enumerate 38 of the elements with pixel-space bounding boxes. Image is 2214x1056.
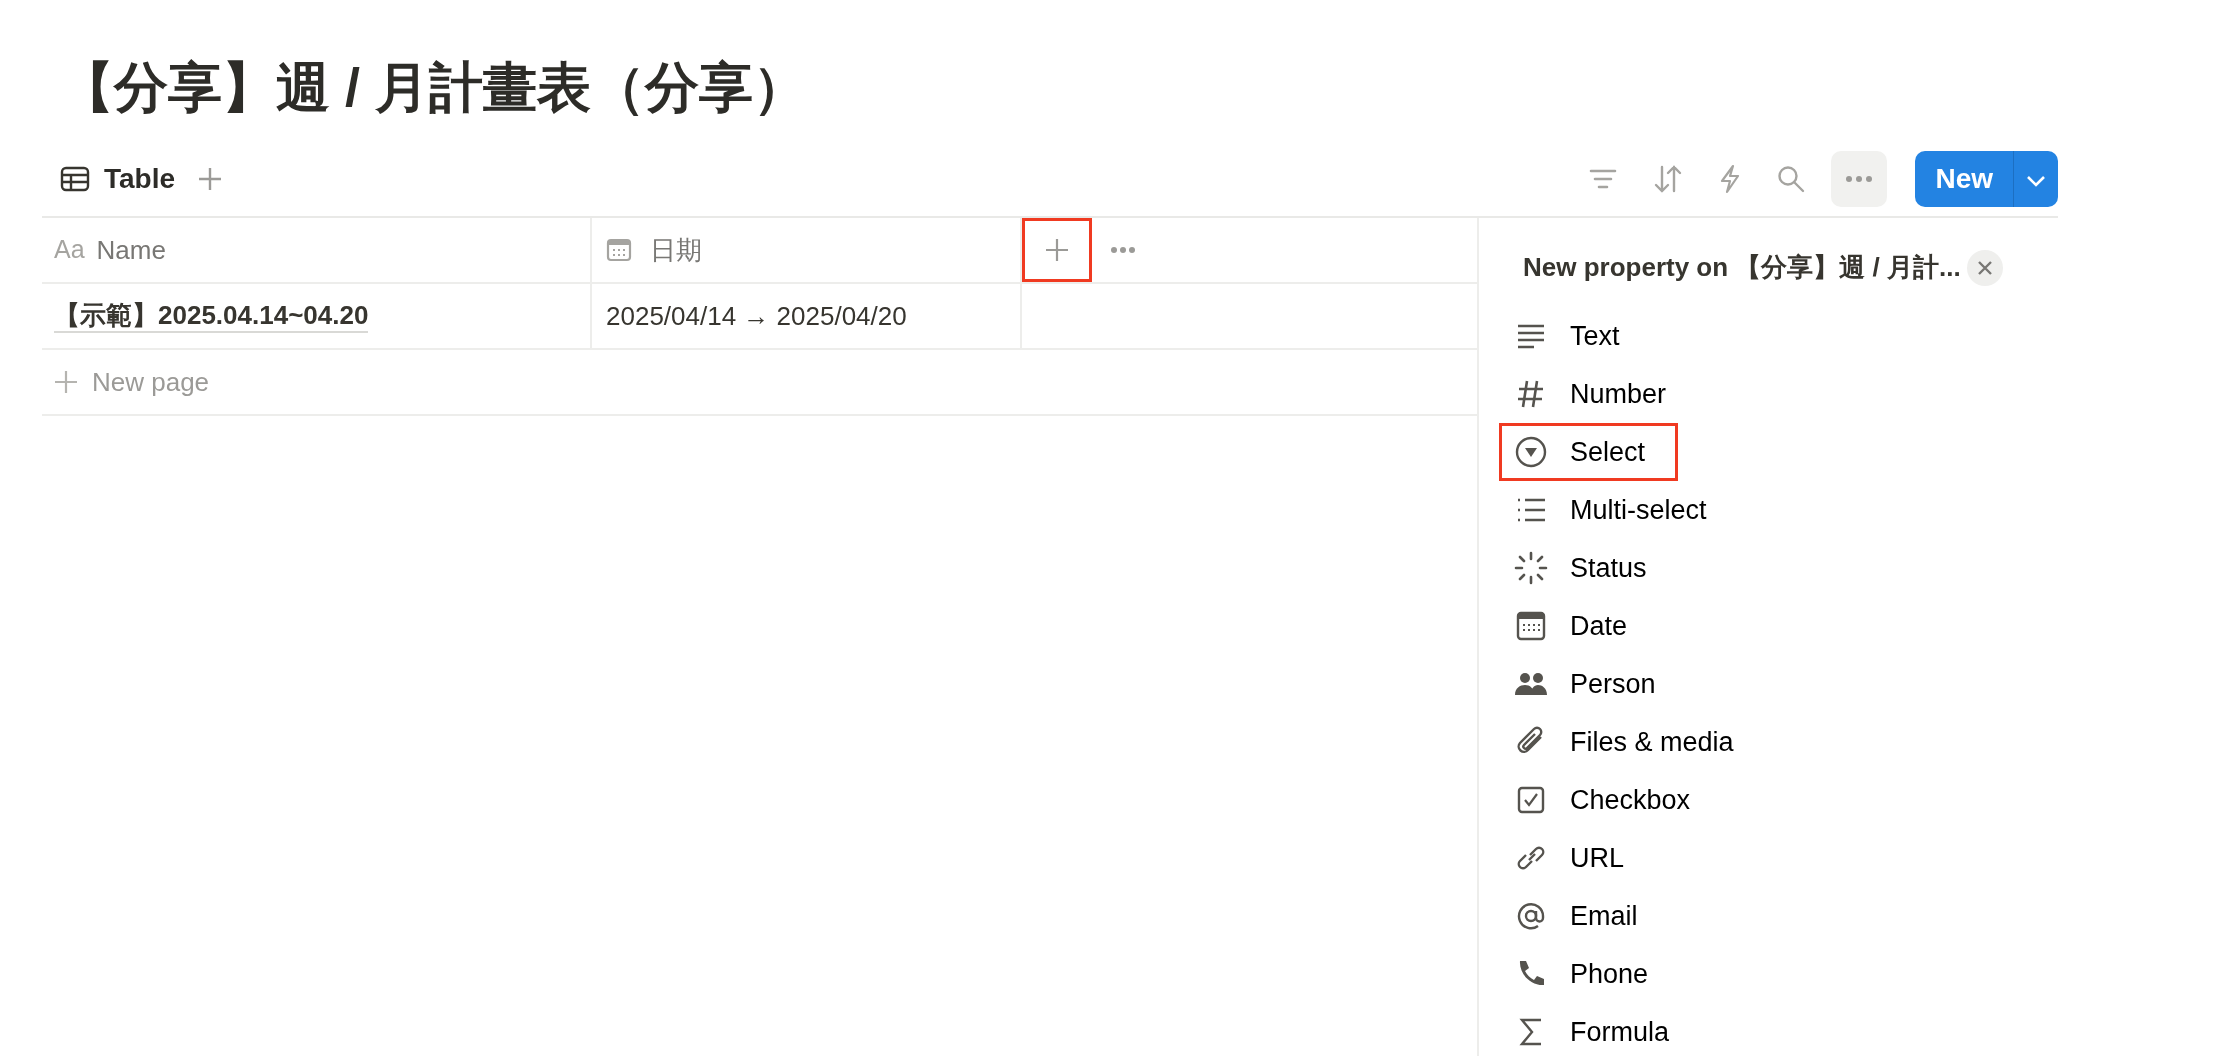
plus-icon (54, 370, 78, 395)
panel-title: New property on 【分享】週 / 月計... (1522, 251, 1961, 285)
plus-icon (197, 166, 224, 193)
close-icon (1976, 259, 1993, 276)
property-type-item[interactable]: Number (1499, 365, 1700, 424)
property-type-item[interactable]: Select (1499, 423, 1679, 482)
property-type-item[interactable]: Checkbox (1499, 771, 1724, 830)
property-type-item[interactable]: Formula (1499, 1003, 1703, 1056)
more-icon (1110, 246, 1136, 255)
dropdown-circle-icon (1514, 435, 1548, 470)
more-icon (1845, 175, 1874, 184)
page-name-cell[interactable]: 【示範】2025.04.14~04.20 (54, 299, 369, 333)
spinner-icon (1514, 551, 1548, 586)
lightning-icon (1719, 164, 1742, 195)
property-type-item[interactable]: Person (1499, 655, 1689, 714)
date-cell-text: 2025/04/14 → 2025/04/20 (606, 299, 907, 333)
view-tab[interactable]: Table (42, 158, 188, 201)
text-type-icon: Aa (54, 231, 85, 269)
property-type-item[interactable]: Text (1499, 307, 1653, 366)
property-type-item[interactable]: URL (1499, 829, 1657, 888)
property-type-item[interactable]: Phone (1499, 945, 1682, 1004)
table-icon (60, 166, 90, 193)
search-icon (1777, 165, 1806, 194)
column-header[interactable]: Name (96, 230, 166, 270)
page-title: 【分享】週 / 月計畫表（分享） (60, 56, 808, 119)
add-column-button[interactable] (1022, 218, 1092, 283)
chevron-down-icon (2026, 174, 2046, 187)
close-button[interactable] (1966, 249, 2003, 286)
calendar-icon (606, 237, 632, 264)
property-type-item[interactable]: Multi-select (1499, 481, 1740, 540)
sort-icon (1653, 165, 1684, 194)
property-type-item[interactable]: Date (1499, 597, 1661, 656)
property-type-item[interactable]: Email (1499, 887, 1671, 946)
property-type-item[interactable]: Files & media (1499, 713, 1767, 772)
column-header[interactable]: 日期 (650, 230, 702, 270)
more-button[interactable] (1831, 151, 1888, 208)
plus-icon (1045, 238, 1069, 263)
property-type-item[interactable]: Status (1499, 539, 1680, 598)
